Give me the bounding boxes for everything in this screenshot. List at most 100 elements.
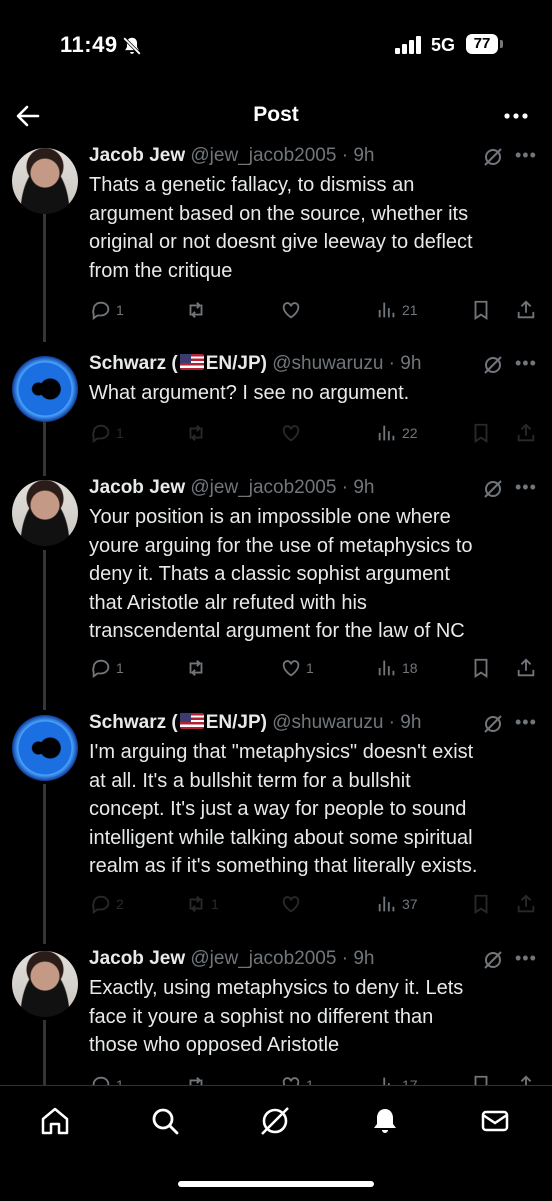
- heart-icon: [282, 302, 300, 319]
- like-button[interactable]: [280, 418, 306, 448]
- view-count: 37: [402, 896, 418, 912]
- grok-icon[interactable]: [258, 1104, 292, 1138]
- grok-icon[interactable]: [483, 147, 503, 167]
- repost-button[interactable]: [185, 418, 211, 448]
- tweet-text: I'm arguing that "metaphysics" doesn't e…: [89, 741, 478, 877]
- battery-tip: [500, 40, 503, 48]
- handle-and-time: @shuwaruzu · 9h: [272, 353, 422, 374]
- like-count: 1: [306, 660, 314, 676]
- notifications-icon[interactable]: [368, 1104, 402, 1138]
- views-button[interactable]: 18: [376, 653, 418, 683]
- grok-icon[interactable]: [483, 714, 503, 734]
- more-options-icon[interactable]: [502, 102, 530, 130]
- avatar[interactable]: [12, 951, 78, 1017]
- tweet-more-icon[interactable]: •••: [515, 948, 537, 969]
- like-button[interactable]: [280, 889, 306, 919]
- avatar[interactable]: [12, 715, 78, 781]
- avatar[interactable]: [12, 148, 78, 214]
- tweet-text: Exactly, using metaphysics to deny it. L…: [89, 977, 464, 1056]
- views-icon: [378, 896, 395, 912]
- views-icon: [378, 425, 395, 441]
- reply-button[interactable]: 1: [90, 418, 124, 448]
- repost-button[interactable]: 1: [185, 889, 219, 919]
- display-name[interactable]: Schwarz (: [89, 353, 178, 374]
- view-count: 22: [402, 425, 418, 441]
- reply-icon: [92, 301, 110, 321]
- share-icon[interactable]: [515, 889, 537, 919]
- status-time: 11:49: [60, 32, 118, 57]
- share-icon[interactable]: [515, 418, 537, 448]
- tweet-actions: 1 1 18: [0, 653, 552, 683]
- views-button[interactable]: 21: [376, 295, 418, 325]
- repost-icon: [189, 896, 203, 912]
- repost-count: 1: [211, 896, 219, 912]
- avatar[interactable]: [12, 356, 78, 422]
- home-icon[interactable]: [38, 1104, 72, 1138]
- repost-button[interactable]: [185, 653, 211, 683]
- tweet-more-icon[interactable]: •••: [515, 712, 537, 733]
- handle-and-time: @jew_jacob2005 · 9h: [190, 948, 375, 969]
- grok-icon[interactable]: [483, 355, 503, 375]
- reply-count: 2: [116, 896, 124, 912]
- handle-and-time: @jew_jacob2005 · 9h: [190, 477, 375, 498]
- handle-and-time: @jew_jacob2005 · 9h: [190, 145, 375, 166]
- grok-icon[interactable]: [483, 479, 503, 499]
- like-button[interactable]: 1: [280, 653, 314, 683]
- reply-button[interactable]: 1: [90, 295, 124, 325]
- tweet-text: What argument? I see no argument.: [89, 382, 410, 404]
- views-button[interactable]: 37: [376, 889, 418, 919]
- tweet-header: Jacob Jew @jew_jacob2005 · 9h: [89, 145, 539, 171]
- tweet-header: Schwarz (EN/JP) @shuwaruzu · 9h: [89, 353, 539, 379]
- reply-button[interactable]: 1: [90, 653, 124, 683]
- tweet-more-icon[interactable]: •••: [515, 145, 537, 166]
- like-button[interactable]: [280, 295, 306, 325]
- messages-icon[interactable]: [478, 1104, 512, 1138]
- reply-icon: [92, 659, 110, 679]
- bookmark-icon[interactable]: [470, 653, 492, 683]
- tweet-header: Jacob Jew @jew_jacob2005 · 9h: [89, 477, 539, 503]
- us-flag-icon: [179, 713, 204, 729]
- display-name-suffix: EN/JP): [205, 712, 267, 733]
- home-indicator[interactable]: [178, 1181, 374, 1187]
- us-flag-icon: [179, 354, 204, 370]
- reply-icon: [92, 424, 110, 444]
- tweet-header: Jacob Jew @jew_jacob2005 · 9h: [89, 948, 539, 974]
- tweet-actions: 1 21: [0, 295, 552, 325]
- reply-button[interactable]: 2: [90, 889, 124, 919]
- reply-count: 1: [116, 302, 124, 318]
- views-button[interactable]: 22: [376, 418, 418, 448]
- tweet-more-icon[interactable]: •••: [515, 353, 537, 374]
- share-icon[interactable]: [515, 295, 537, 325]
- display-name[interactable]: Jacob Jew: [89, 145, 185, 166]
- grok-icon[interactable]: [483, 950, 503, 970]
- tweet-actions: 2 1 37: [0, 889, 552, 919]
- tweet-text: Thats a genetic fallacy, to dismiss an a…: [89, 174, 473, 282]
- repost-button[interactable]: [185, 295, 211, 325]
- view-count: 21: [402, 302, 418, 318]
- views-icon: [378, 660, 395, 676]
- share-icon[interactable]: [515, 653, 537, 683]
- signal-icon: [395, 36, 421, 54]
- display-name[interactable]: Jacob Jew: [89, 477, 185, 498]
- tweet-text: Your position is an impossible one where…: [89, 506, 473, 642]
- tweet-more-icon[interactable]: •••: [515, 477, 537, 498]
- network-type: 5G: [431, 35, 456, 55]
- bookmark-icon[interactable]: [470, 295, 492, 325]
- avatar[interactable]: [12, 480, 78, 546]
- battery-indicator: 77: [466, 34, 498, 54]
- reply-count: 1: [116, 425, 124, 441]
- reply-count: 1: [116, 660, 124, 676]
- search-icon[interactable]: [148, 1104, 182, 1138]
- repost-icon: [189, 302, 203, 318]
- tweet-actions: 1 22: [0, 418, 552, 448]
- silent-bell-icon: [122, 36, 142, 56]
- display-name[interactable]: Schwarz (: [89, 712, 178, 733]
- bookmark-icon[interactable]: [470, 889, 492, 919]
- view-count: 18: [402, 660, 418, 676]
- bookmark-icon[interactable]: [470, 418, 492, 448]
- tweet-header: Schwarz (EN/JP) @shuwaruzu · 9h: [89, 712, 539, 738]
- views-icon: [378, 302, 395, 318]
- status-bar: 11:49 5G 77: [0, 0, 552, 90]
- heart-icon: [282, 896, 300, 913]
- display-name[interactable]: Jacob Jew: [89, 948, 185, 969]
